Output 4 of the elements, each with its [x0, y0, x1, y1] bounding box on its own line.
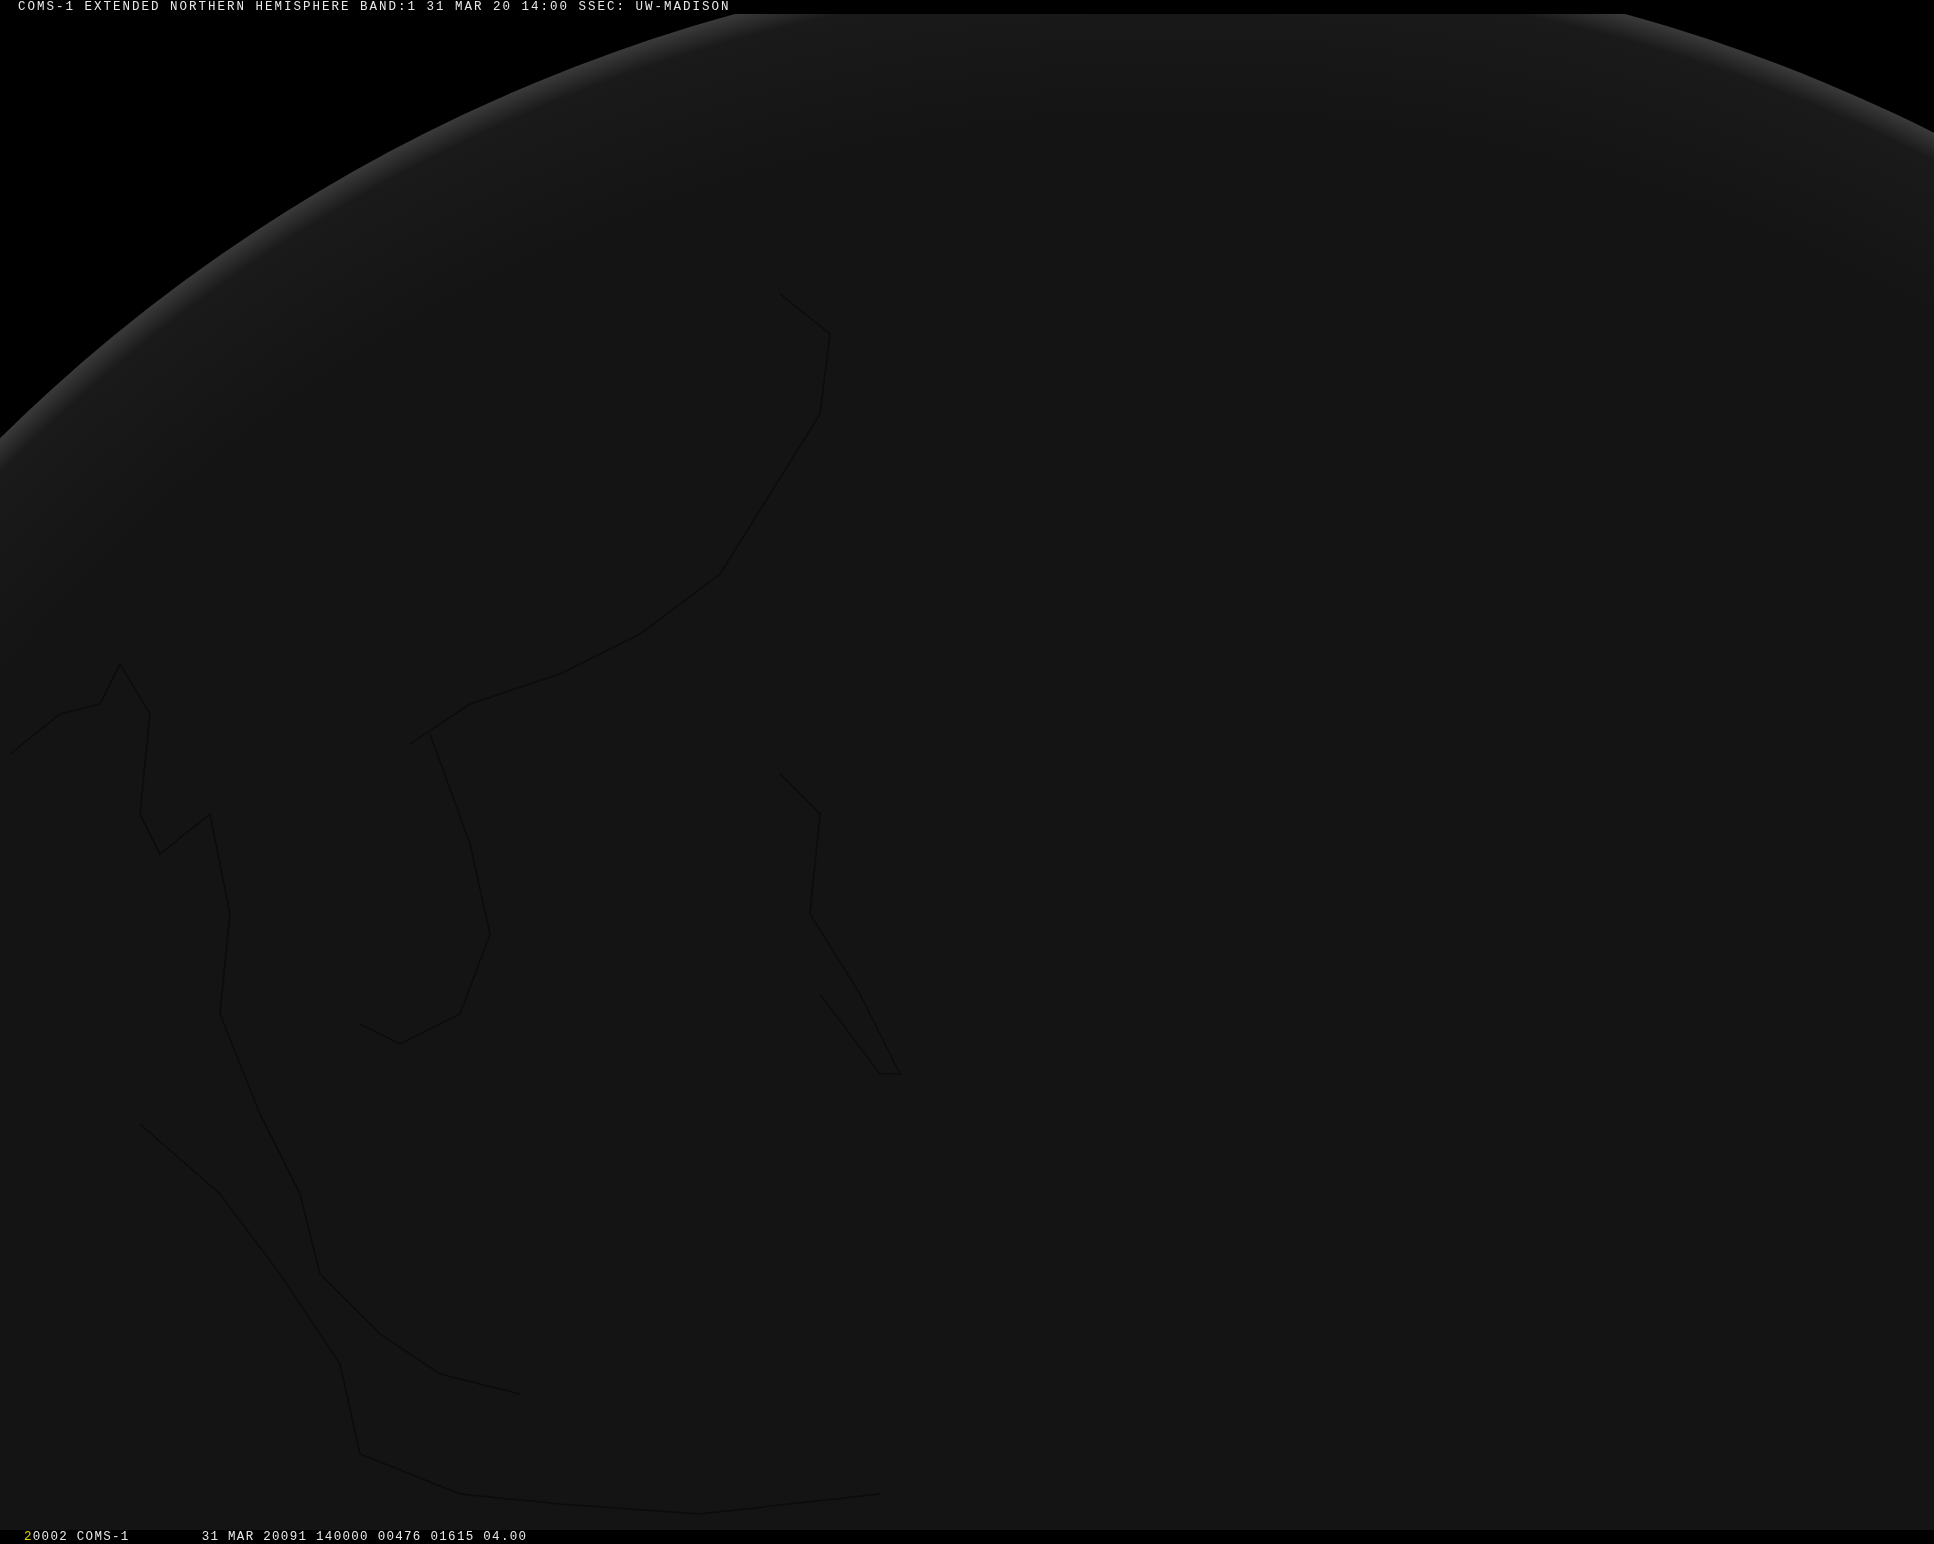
- image-info-text: 0002 COMS-1: [32, 1531, 130, 1543]
- frame-number: 2: [24, 1531, 33, 1543]
- image-title: COMS-1 EXTENDED NORTHERN HEMISPHERE BAND:1 31 MAR 20 14:00 SSEC: UW-MADISON: [18, 1, 731, 13]
- image-info-text: 31 MAR 20091 140000 00476 01615 04.00: [201, 1531, 528, 1543]
